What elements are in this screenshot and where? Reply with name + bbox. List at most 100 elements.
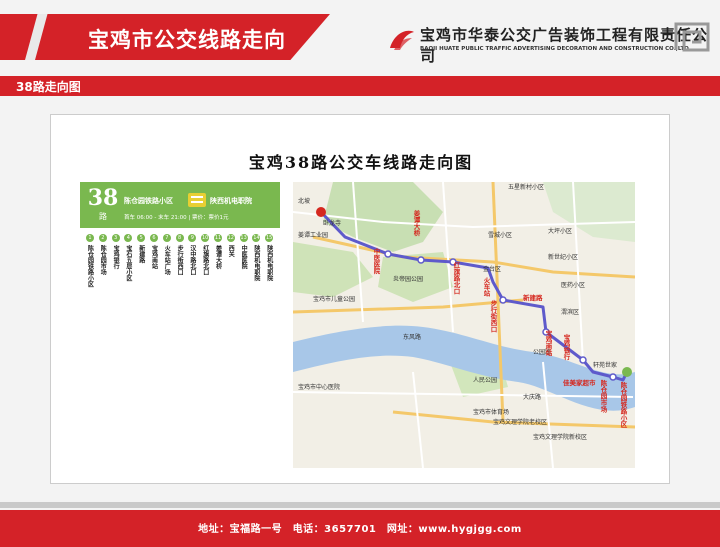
route-stop-label: 宝鸡南站 [544,330,552,356]
route-destination: 陕西机电职院 [210,197,252,205]
route-unit: 路 [99,212,107,221]
stop-name: 宝鸡南站 [150,245,158,269]
company-name-en: BAOJI HUATE PUBLIC TRAFFIC ADVERTISING D… [420,46,689,52]
stop-name: 宝石五层小区 [124,245,132,281]
stop-name: 西关 [227,245,235,257]
map-place-label: 轩苑世家 [593,362,618,369]
stop-number: 1 [86,234,94,242]
stop-name: 步行街西口 [176,245,184,275]
stop-name: 陕西机电职院 [252,245,260,281]
route-stop-label: 宝鸡银行 [562,334,570,360]
map-place-label: 大庆路 [523,394,542,401]
stop-number: 9 [188,234,197,242]
stop-number: 13 [239,234,248,242]
route-stop-label: 陈仓园铁路小区 [619,382,627,428]
stop-number: 8 [175,234,184,242]
map-place-label: 渭滨区 [561,309,580,316]
stop-item: 7 火车站广场 [161,234,173,275]
map-place-label: 宝鸡市中心医院 [298,384,341,391]
stop-number: 15 [265,234,274,242]
map-place-label: 宝鸡市体育场 [473,409,510,416]
map-place-label: 五星新村小区 [508,184,545,191]
route-info: 首车 06:00 - 末车 21:00 | 票价：票价1元 [124,215,229,221]
stop-number: 6 [150,234,158,242]
map-place-label: 医药小区 [561,282,586,289]
map-place-label: 炎帝园公园 [393,276,424,283]
stop-number: 2 [98,234,107,242]
stop-item: 1 陈仓园铁路小区 [84,234,96,287]
stop-item: 5 新建路 [135,234,147,263]
route-stop-label: 步行街西口 [489,300,497,333]
route-panel: 38 路 陈仓园铁路小区 陕西机电职院 首车 06:00 - 末车 21:00 … [80,182,280,300]
stop-item: 4 宝石五层小区 [122,234,134,281]
route-stop-marker [609,373,617,381]
direction-swap-icon [188,193,206,207]
route-origin: 陈仓园铁路小区 [124,197,173,205]
map-place-label: 雪城小区 [488,232,513,239]
route-fare: 票价：票价1元 [192,215,229,221]
map-place-label: 宝鸡文理学院新校区 [533,434,588,441]
route-map: 五星新村小区 卧龙寺 北坡 姜谭工业园 雪城小区 金台区 大坪小区 新世纪小区 医药小区 渭滨区宝… [293,182,635,468]
route-stop-marker [579,356,587,364]
section-title: 38路走向图 [16,80,81,94]
stop-name: 陈仓园市场 [99,245,107,275]
page-title: 宝鸡市公交线路走向 [88,28,286,52]
street [442,182,454,333]
stop-item: 3 宝鸡银行 [110,234,122,269]
stop-number: 5 [137,234,146,242]
stop-name: 陕西机电职院 [265,245,273,281]
stop-item: 14 陕西机电职院 [250,234,262,281]
map-canvas [293,182,635,468]
stop-name: 宝鸡银行 [112,245,120,269]
stop-item: 15 陕西机电职院 [263,234,275,281]
stop-number: 4 [124,234,133,242]
map-place-label: 北坡 [298,198,311,205]
street [412,371,424,468]
stop-number: 7 [162,234,171,242]
route-stop-label: 陈仓园市场 [599,380,607,413]
stop-name: 新建路 [137,245,145,263]
stop-number: 3 [111,234,120,242]
route-stop-label: 火车站 [482,277,490,297]
terminal-start-icon [622,367,632,377]
footer-stripe [0,502,720,508]
stop-number: 10 [201,234,210,242]
route-stop-label: 红旗路北口 [452,262,460,295]
route-hours: 首车 06:00 - 末车 21:00 [124,215,187,221]
company-logo-icon [390,30,414,50]
stop-item: 13 中医医院 [238,234,250,269]
route-stop-marker [499,296,507,304]
route-stop-label: 新建路 [523,294,543,302]
stop-name: 火车站广场 [163,245,171,275]
stop-item: 10 红旗路北口 [199,234,211,275]
stop-item: 2 陈仓园市场 [97,234,109,275]
stop-item: 9 汉中路北口 [186,234,198,275]
stop-number: 14 [252,234,261,242]
map-place-label: 宝鸡市儿童公园 [313,296,356,303]
stop-name: 红旗路北口 [201,245,209,275]
map-place-label: 人民公园 [473,377,498,384]
terminal-end-icon [316,207,326,217]
route-stop-marker [417,256,425,264]
stop-name: 中医医院 [240,245,248,269]
map-place-label: 大坪小区 [548,228,573,235]
map-place-label: 东风路 [403,334,422,341]
stop-number: 12 [226,234,235,242]
river [293,325,635,411]
footer-contact: 地址：宝福路一号 电话：3657701 网址：www.hygjgg.com [198,524,522,535]
map-place-label: 卧龙寺 [323,220,342,227]
map-place-label: 姜谭工业园 [298,232,329,239]
route-header: 38 路 陈仓园铁路小区 陕西机电职院 首车 06:00 - 末车 21:00 … [80,182,280,228]
map-place-label: 新世纪小区 [548,254,579,261]
stop-name: 姜谭大桥 [214,245,222,269]
route-stop-marker [384,250,392,258]
card-title: 宝鸡38路公交车线路走向图 [248,153,474,172]
stop-item: 6 宝鸡南站 [148,234,160,269]
route-stop-label: 姜谭大桥 [412,210,420,236]
route-number: 38 [87,185,119,211]
stop-number: 11 [214,234,222,242]
header: 宝鸡市公交线路走向 宝鸡市华泰公交广告装饰工程有限责任公司 BAOJI HUAT… [0,0,720,68]
map-place-label: 金台区 [483,266,502,273]
section-bar [0,76,720,96]
route-stop-label: 中医医院 [372,248,380,274]
